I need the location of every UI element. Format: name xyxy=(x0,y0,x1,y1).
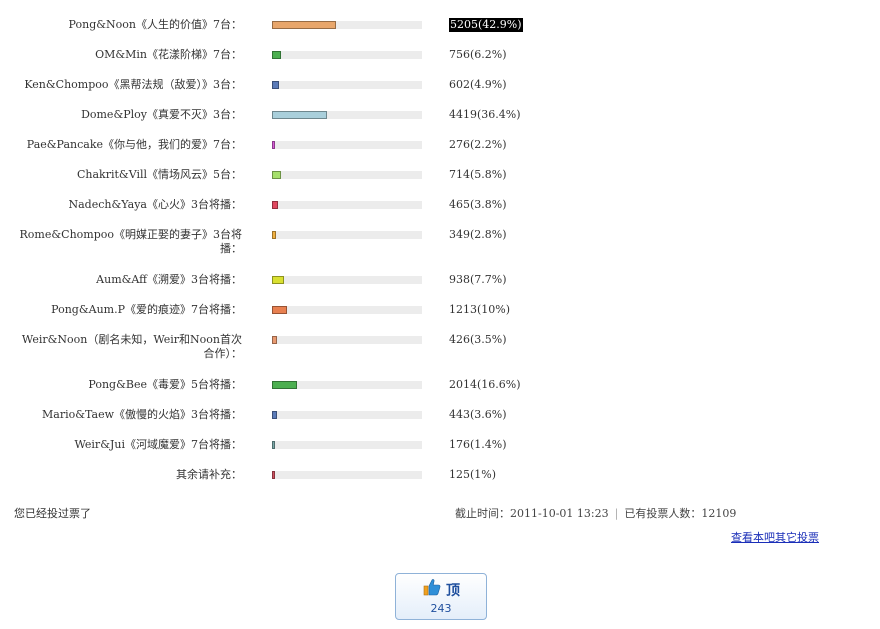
thumbs-up-icon xyxy=(423,579,441,596)
vote-bar-fill xyxy=(272,411,277,419)
vote-bar-fill xyxy=(272,141,275,149)
option-label: Ken&Chompoo《黑帮法规（敌爱）》3台： xyxy=(24,78,242,91)
vote-bar-fill xyxy=(272,171,281,179)
vote-count: 714(5.8%) xyxy=(449,168,507,181)
option-label: Dome&Ploy《真爱不灭》3台： xyxy=(81,108,242,121)
vote-count: 443(3.6%) xyxy=(449,408,507,421)
vote-bar-track xyxy=(272,231,422,239)
option-label: Aum&Aff《溯爱》3台将播： xyxy=(96,273,242,286)
vote-bar-fill xyxy=(272,441,275,449)
vote-bar-fill xyxy=(272,336,277,344)
option-label: Rome&Chompoo《明媒正娶的妻子》3台将播： xyxy=(19,228,242,255)
poll-meta: 截止时间：2011-10-01 13:23 | 已有投票人数：12109 xyxy=(455,505,736,521)
vote-bar-track xyxy=(272,306,422,314)
vote-count: 602(4.9%) xyxy=(449,78,507,91)
vote-count: 465(3.8%) xyxy=(449,198,507,211)
vote-bar-track xyxy=(272,141,422,149)
vote-count: 125(1%) xyxy=(449,468,497,481)
vote-bar-fill xyxy=(272,381,297,389)
vote-bar-track xyxy=(272,381,422,389)
option-label: 其余请补充： xyxy=(176,468,242,481)
option-label: Pong&Aum.P《爱的痕迹》7台将播： xyxy=(51,303,242,316)
voted-status: 您已经投过票了 xyxy=(14,507,91,520)
option-label: Pong&Noon《人生的价值》7台： xyxy=(68,18,242,31)
vote-count: 938(7.7%) xyxy=(449,273,507,286)
vote-bar-fill xyxy=(272,81,279,89)
vote-count: 176(1.4%) xyxy=(449,438,507,451)
vote-count: 756(6.2%) xyxy=(449,48,507,61)
option-label: OM&Min《花漾阶梯》7台： xyxy=(95,48,242,61)
voters-count: 12109 xyxy=(701,507,737,520)
option-label: Nadech&Yaya《心火》3台将播： xyxy=(68,198,242,211)
vote-bar-fill xyxy=(272,21,336,29)
ding-button[interactable]: 顶 243 xyxy=(395,573,487,620)
vote-bar-fill xyxy=(272,111,327,119)
vote-bar-fill xyxy=(272,306,287,314)
option-label: Weir&Jui《河域魔爱》7台将播： xyxy=(74,438,243,451)
vote-count: 426(3.5%) xyxy=(449,333,507,346)
option-label: Pae&Pancake《你与他，我们的爱》7台： xyxy=(26,138,242,151)
option-label: Weir&Noon（剧名未知，Weir和Noon首次合作）： xyxy=(21,333,242,360)
option-label: Mario&Taew《傲慢的火焰》3台将播： xyxy=(42,408,242,421)
deadline-value: 2011-10-01 13:23 xyxy=(510,507,609,520)
vote-count: 2014(16.6%) xyxy=(449,378,521,391)
vote-bar-track xyxy=(272,276,422,284)
option-label: Pong&Bee《毒爱》5台将播： xyxy=(88,378,242,391)
vote-bar-track xyxy=(272,51,422,59)
vote-bar-fill xyxy=(272,201,278,209)
vote-bar-track xyxy=(272,201,422,209)
vote-bar-track xyxy=(272,21,422,29)
vote-count: 349(2.8%) xyxy=(449,228,507,241)
vote-count: 5205(42.9%) xyxy=(449,18,523,32)
deadline-label: 截止时间： xyxy=(455,507,510,520)
vote-bar-track xyxy=(272,471,422,479)
meta-separator: | xyxy=(614,507,619,520)
vote-bar-track xyxy=(272,441,422,449)
vote-bar-fill xyxy=(272,471,275,479)
ding-label: 顶 xyxy=(446,583,460,599)
vote-bar-track xyxy=(272,336,422,344)
option-label: Chakrit&Vill《情场风云》5台： xyxy=(76,168,242,181)
ding-count: 243 xyxy=(430,602,452,615)
vote-bar-fill xyxy=(272,231,276,239)
vote-count: 4419(36.4%) xyxy=(449,108,521,121)
vote-bar-track xyxy=(272,111,422,119)
voters-label: 已有投票人数： xyxy=(624,507,702,520)
vote-bar-fill xyxy=(272,51,281,59)
vote-bar-fill xyxy=(272,276,284,284)
vote-count: 276(2.2%) xyxy=(449,138,507,151)
vote-bar-track xyxy=(272,171,422,179)
other-polls-link[interactable]: 查看本吧其它投票 xyxy=(731,529,819,545)
vote-bar-track xyxy=(272,81,422,89)
vote-bar-track xyxy=(272,411,422,419)
vote-count: 1213(10%) xyxy=(449,303,511,316)
